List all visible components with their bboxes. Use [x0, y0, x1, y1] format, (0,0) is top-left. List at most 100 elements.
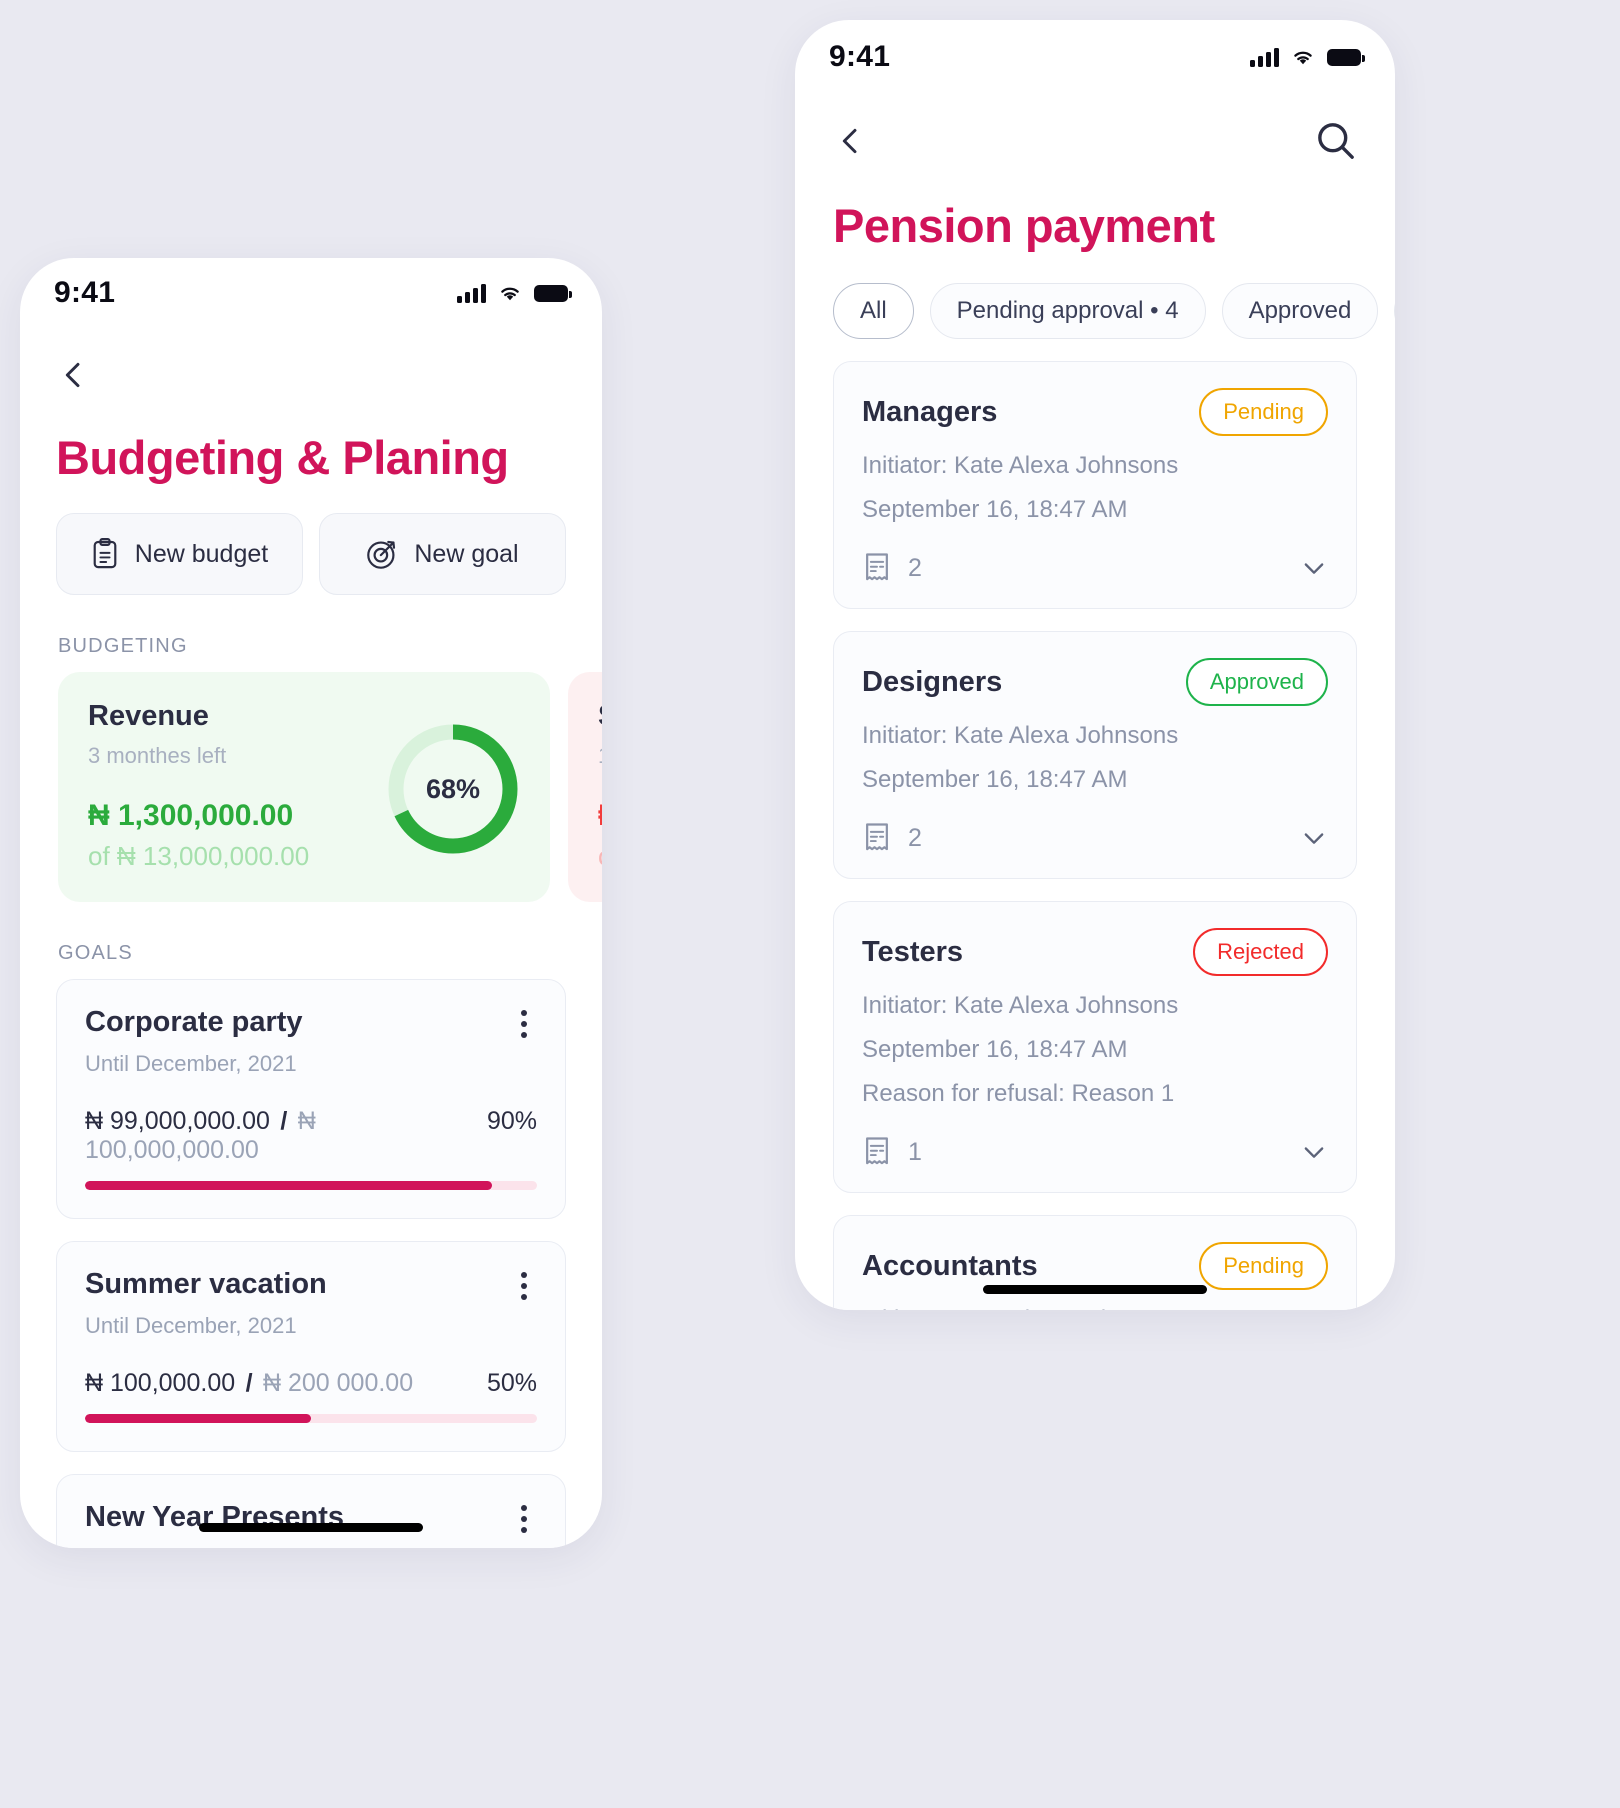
receipt-icon [866, 1137, 888, 1165]
request-initiator: Initiator: Kate Alexa Johnsons [862, 452, 1179, 479]
request-card[interactable]: Accountants Pending Initiator: Kate Alex… [833, 1215, 1357, 1310]
clipboard-icon [93, 538, 117, 569]
goal-percent: 90% [486, 1107, 537, 1135]
phone-pension-screen: 9:41 Pension payment All Pending approva… [795, 20, 1395, 1310]
goal-amounts: ₦ 100,000.00 / ₦ 200 000.00 50% [85, 1369, 537, 1398]
request-footer: 2 [862, 552, 1328, 584]
goal-card[interactable]: Summer vacation Until December, 2021 ₦ 1… [56, 1241, 566, 1452]
target-icon [367, 540, 396, 569]
filter-chip-all[interactable]: All [833, 283, 914, 339]
request-card[interactable]: Testers Rejected Initiator: Kate Alexa J… [833, 901, 1357, 1193]
goal-progress-fill [85, 1414, 311, 1423]
request-header: Designers Approved [862, 658, 1328, 706]
receipt-count: 2 [908, 553, 922, 582]
receipt-group: 2 [862, 552, 922, 584]
goal-separator: / [245, 1369, 253, 1397]
back-chevron-icon[interactable] [833, 124, 867, 158]
request-title: Managers [862, 395, 998, 428]
request-initiator: Initiator: Kate Alexa Johnsons [862, 992, 1179, 1019]
goal-card[interactable]: New Year Presents Until December, 2021 [56, 1474, 566, 1548]
goal-header: Summer vacation Until December, 2021 [85, 1268, 537, 1339]
request-initiator: Initiator: Kate Alexa Johnsons [862, 1306, 1328, 1310]
goal-current-amount: ₦ 100,000.00 [85, 1369, 236, 1397]
kebab-menu-icon[interactable] [511, 1006, 537, 1042]
kebab-menu-icon[interactable] [511, 1501, 537, 1537]
budget-card-amount: ₦ 680,000.00 [598, 799, 602, 833]
goal-title: Summer vacation [85, 1268, 327, 1300]
request-title: Accountants [862, 1249, 1038, 1282]
battery-icon [1327, 48, 1365, 66]
status-bar: 9:41 [795, 20, 1395, 76]
request-card[interactable]: Designers Approved Initiator: Kate Alexa… [833, 631, 1357, 879]
request-initiator: Initiator: Kate Alexa Johnsons [862, 722, 1179, 749]
request-header: Accountants Pending [862, 1242, 1328, 1290]
signal-bars-icon [457, 283, 486, 303]
status-badge: Pending [1199, 388, 1328, 436]
goal-progress-fill [85, 1181, 492, 1190]
goals-section-label: GOALS [58, 942, 133, 964]
receipt-icon [866, 553, 888, 581]
request-date: September 16, 18:47 AM [862, 496, 1128, 523]
filter-chip-pending-approval[interactable]: Pending approval • 4 [929, 283, 1206, 339]
request-refusal-reason: Reason for refusal: Reason 1 [862, 1080, 1175, 1107]
status-time: 9:41 [54, 276, 116, 309]
budget-card-total: of ₦ 1,000,000.00 [598, 841, 602, 872]
home-indicator [199, 1523, 423, 1532]
request-header: Testers Rejected [862, 928, 1328, 976]
request-title: Designers [862, 665, 1003, 698]
status-bar: 9:41 [20, 258, 602, 314]
nav-row [795, 76, 1395, 162]
status-icons [457, 283, 572, 303]
budget-card-salary[interactable]: Salary 13 days left ₦ 680,000.00 of ₦ 1,… [568, 672, 602, 902]
goal-deadline: Until December, 2021 [85, 1313, 297, 1338]
receipt-count: 1 [908, 1137, 922, 1166]
screenshot-canvas: 9:41 Budgeting & Planing New budget New … [0, 0, 1620, 1808]
chevron-down-icon[interactable] [1300, 824, 1328, 852]
receipt-icon [866, 823, 888, 851]
filter-chips[interactable]: All Pending approval • 4 Approved Reject… [795, 253, 1395, 339]
status-badge: Rejected [1193, 928, 1328, 976]
request-footer: 1 [862, 1136, 1328, 1168]
goal-card[interactable]: Corporate party Until December, 2021 ₦ 9… [56, 979, 566, 1219]
back-chevron-icon[interactable] [56, 358, 90, 392]
filter-chip-approved[interactable]: Approved [1221, 283, 1379, 339]
goal-header: Corporate party Until December, 2021 [85, 1006, 537, 1077]
budget-progress-donut: 68% [382, 718, 524, 860]
search-icon[interactable] [1315, 120, 1357, 162]
goal-title: Corporate party [85, 1006, 303, 1038]
kebab-menu-icon[interactable] [511, 1268, 537, 1304]
request-date: September 16, 18:47 AM [862, 766, 1128, 793]
request-card[interactable]: Managers Pending Initiator: Kate Alexa J… [833, 361, 1357, 609]
goal-progress-track [85, 1414, 537, 1423]
status-badge: Pending [1199, 1242, 1328, 1290]
goal-deadline: Until December, 2021 [85, 1051, 297, 1076]
budget-card-revenue[interactable]: Revenue 3 monthes left ₦ 1,300,000.00 of… [58, 672, 550, 902]
request-footer: 2 [862, 822, 1328, 854]
goal-separator: / [280, 1107, 288, 1135]
status-icons [1250, 47, 1365, 67]
budget-cards-scroller[interactable]: Revenue 3 monthes left ₦ 1,300,000.00 of… [20, 672, 602, 902]
wifi-icon [501, 287, 519, 301]
phone-budgeting-screen: 9:41 Budgeting & Planing New budget New … [20, 258, 602, 1548]
receipt-group: 1 [862, 1136, 922, 1168]
nav-row [20, 314, 602, 392]
wifi-icon [1294, 51, 1312, 65]
chevron-down-icon[interactable] [1300, 554, 1328, 582]
new-budget-label: New budget [134, 539, 269, 568]
budget-progress-label: 68% [425, 773, 481, 804]
new-goal-button[interactable]: New goal [319, 513, 566, 595]
request-date: September 16, 18:47 AM [862, 1036, 1128, 1063]
battery-icon [534, 284, 572, 302]
filter-chip-rejected[interactable]: Rejected [1394, 283, 1395, 339]
goal-percent: 50% [486, 1369, 537, 1397]
goal-deadline: Until December, 2021 [85, 1546, 344, 1548]
request-title: Testers [862, 935, 964, 968]
new-goal-label: New goal [414, 539, 519, 568]
budget-card-name: Salary [598, 700, 602, 733]
goal-amounts: ₦ 99,000,000.00 / ₦ 100,000,000.00 90% [85, 1107, 537, 1165]
receipt-count: 2 [908, 823, 922, 852]
budget-card-subtitle: 13 days left [598, 743, 602, 769]
goal-progress-track [85, 1181, 537, 1190]
new-budget-button[interactable]: New budget [56, 513, 303, 595]
chevron-down-icon[interactable] [1300, 1138, 1328, 1166]
